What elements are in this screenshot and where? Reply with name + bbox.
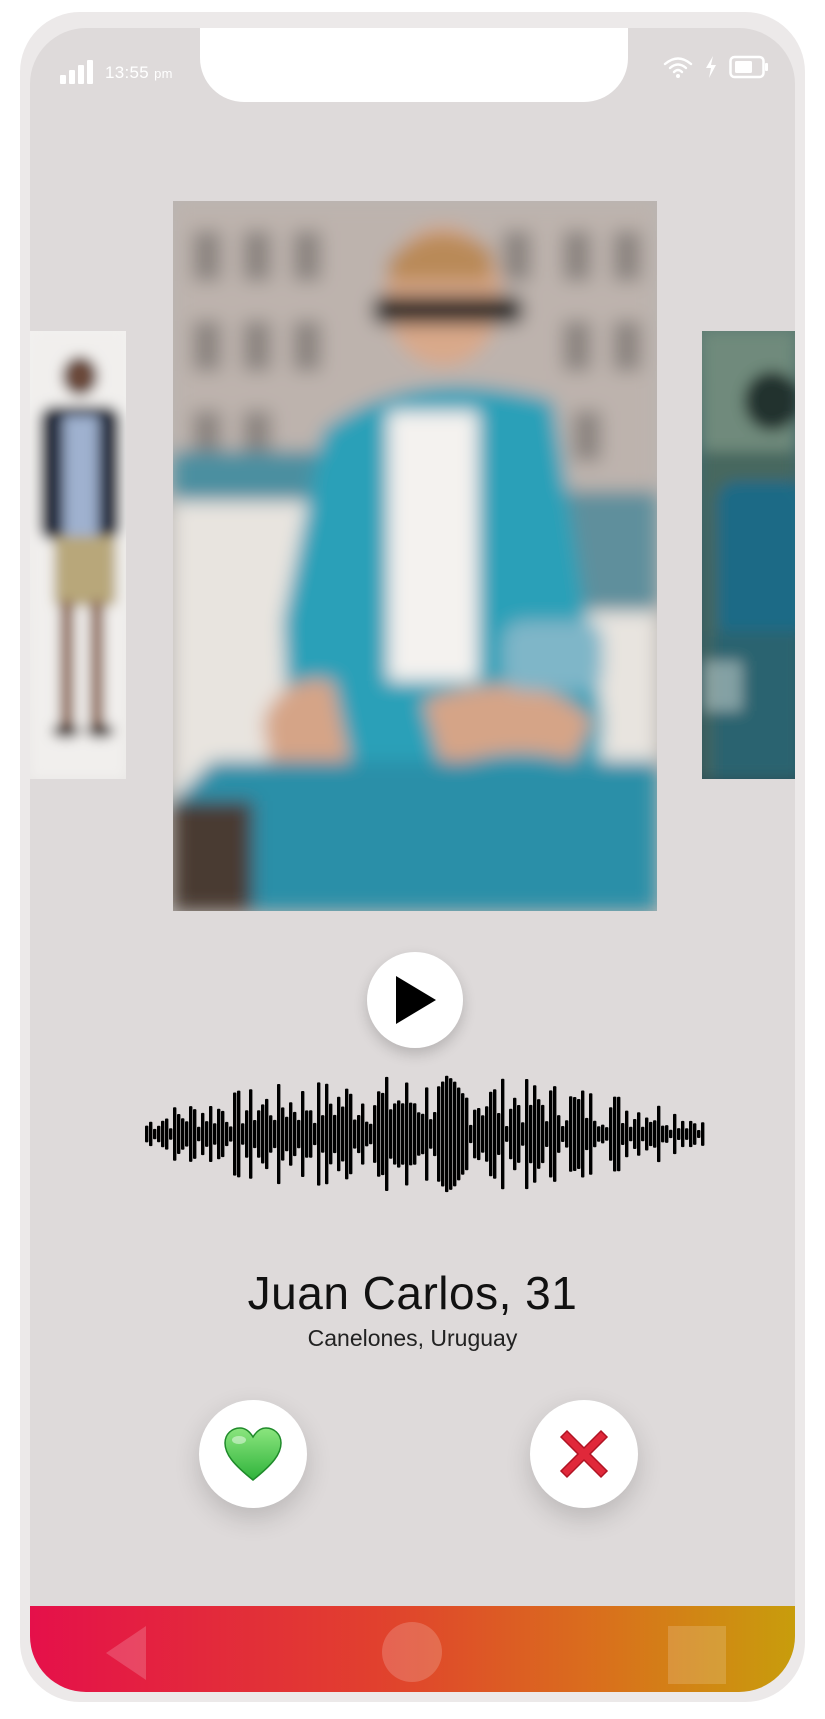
app-screen: 13:55 pm Juan Carlos, 31 Canelones, Urug… <box>30 28 795 1692</box>
green-heart-icon <box>224 1427 282 1481</box>
wifi-icon <box>663 55 693 84</box>
charging-icon <box>705 55 717 83</box>
red-x-icon <box>559 1429 609 1479</box>
play-icon <box>396 976 436 1024</box>
recent-apps-icon[interactable] <box>668 1626 726 1684</box>
profile-location: Canelones, Uruguay <box>307 1325 518 1351</box>
previous-profile-photo[interactable] <box>30 331 126 779</box>
back-icon[interactable] <box>102 1624 150 1682</box>
phone-frame: 13:55 pm Juan Carlos, 31 Canelones, Urug… <box>20 12 805 1702</box>
home-icon[interactable] <box>382 1622 442 1682</box>
audio-waveform[interactable] <box>145 1071 705 1197</box>
like-button[interactable] <box>199 1400 307 1508</box>
status-bar-left: 13:55 pm <box>60 56 173 84</box>
next-profile-photo[interactable] <box>702 331 795 779</box>
signal-icon <box>60 58 93 84</box>
play-audio-button[interactable] <box>367 952 463 1048</box>
dislike-button[interactable] <box>530 1400 638 1508</box>
profile-photo[interactable] <box>173 201 657 911</box>
status-bar-right <box>663 54 769 84</box>
status-time: 13:55 pm <box>105 63 173 82</box>
device-notch <box>200 28 628 102</box>
profile-name: Juan Carlos, 31 <box>247 1267 578 1319</box>
bottom-navigation-bar <box>30 1606 795 1692</box>
battery-icon <box>729 55 769 84</box>
